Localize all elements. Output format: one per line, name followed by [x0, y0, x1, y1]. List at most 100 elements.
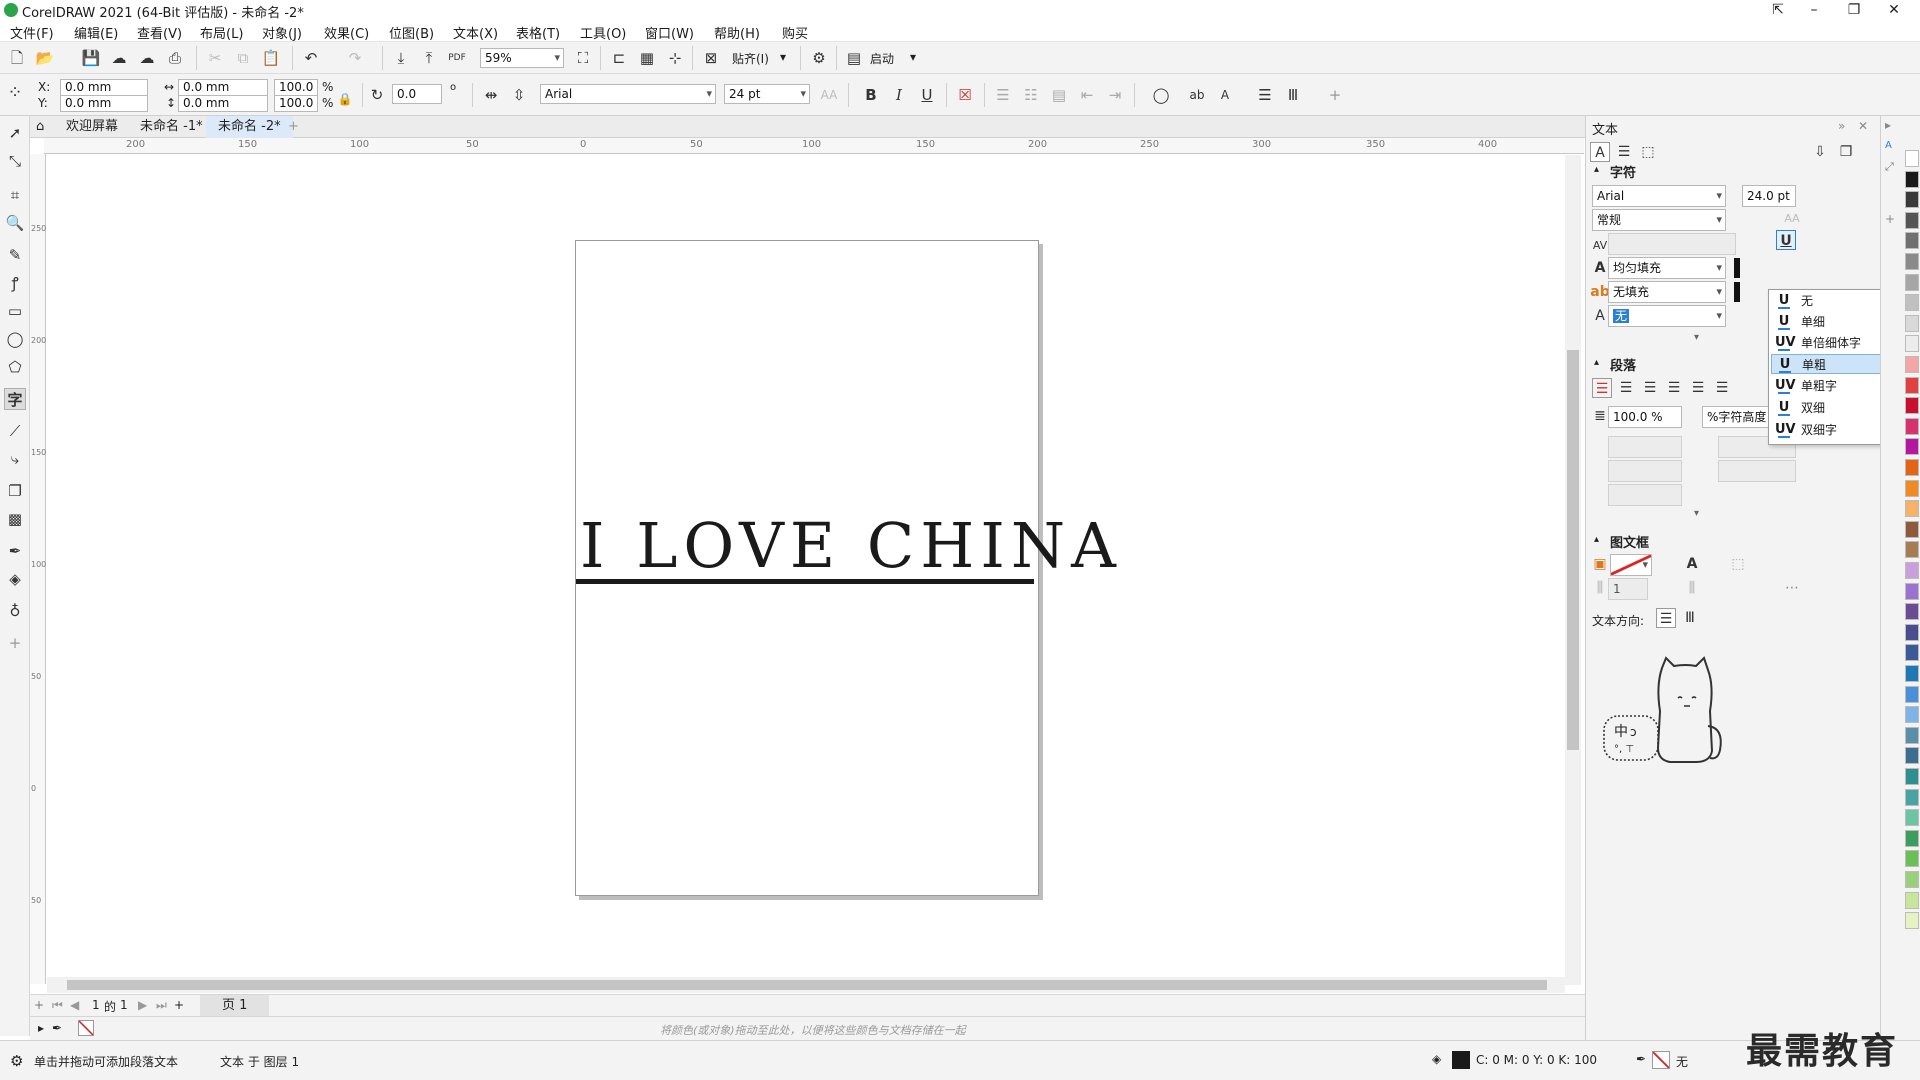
font-size-select[interactable]: 24 pt — [724, 84, 810, 104]
palette-swatch[interactable] — [1905, 438, 1919, 456]
palette-swatch[interactable] — [1905, 582, 1919, 600]
first-line-indent-input[interactable] — [1608, 436, 1682, 458]
docker-add-icon[interactable]: + — [1885, 212, 1895, 226]
menu-buy[interactable]: 购买 — [782, 23, 808, 42]
drop-shadow-icon[interactable]: ❐ — [4, 480, 26, 502]
smart-fill-icon[interactable]: ♁ — [4, 600, 26, 622]
palette-expand-icon[interactable]: ▸ — [38, 1021, 44, 1035]
save-icon[interactable]: 💾 — [80, 47, 102, 69]
char-section-toggle-icon[interactable]: ▴ — [1594, 164, 1599, 175]
palette-swatch[interactable] — [1905, 191, 1919, 209]
bullet-list-icon[interactable]: ☰ — [992, 84, 1014, 106]
menu-window[interactable]: 窗口(W) — [645, 23, 694, 42]
first-page-icon[interactable]: ⏮ — [52, 998, 63, 1013]
color-eyedropper-icon[interactable]: ✒ — [52, 1021, 62, 1035]
outline-width-select[interactable]: 无 — [1608, 305, 1726, 327]
parallel-dimension-icon[interactable]: ⟋ — [4, 420, 26, 442]
text-properties-icon[interactable]: A — [1214, 84, 1236, 106]
tab-welcome[interactable]: 欢迎屏幕 — [54, 116, 130, 138]
kerning-input[interactable] — [1608, 233, 1736, 255]
publish-pdf-icon[interactable]: PDF — [446, 47, 468, 69]
palette-swatch[interactable] — [1905, 459, 1919, 476]
redo-icon[interactable]: ↷ — [344, 47, 366, 69]
numbered-list-icon[interactable]: ☷ — [1020, 84, 1042, 106]
scale-width-input[interactable]: 100.0 — [274, 79, 318, 96]
print-icon[interactable]: ⎙ — [164, 47, 186, 69]
palette-swatch[interactable] — [1905, 726, 1919, 744]
palette-swatch[interactable] — [1905, 417, 1919, 435]
polygon-tool-icon[interactable]: ⬠ — [4, 356, 26, 378]
import-icon[interactable]: ⤓ — [390, 47, 412, 69]
palette-swatch[interactable] — [1905, 891, 1919, 909]
space-after-input[interactable] — [1718, 460, 1796, 482]
text-direction-vertical-icon[interactable]: Ⅲ — [1680, 608, 1700, 628]
copy-icon[interactable]: ⧉ — [232, 47, 254, 69]
vertical-scroll-thumb[interactable] — [1567, 350, 1579, 750]
frame-more-icon[interactable]: ⋯ — [1782, 578, 1802, 598]
docker-tab-collapse-icon[interactable]: ⤢ — [1885, 160, 1894, 174]
freehand-tool-icon[interactable]: ✎ — [4, 244, 26, 266]
last-page-icon[interactable]: ⏭ — [156, 998, 167, 1013]
menu-help[interactable]: 帮助(H) — [714, 23, 760, 42]
docker-font-select[interactable]: Arial — [1592, 185, 1726, 207]
italic-button[interactable]: I — [888, 84, 910, 106]
docker-scale-icon[interactable]: AA — [1782, 209, 1802, 229]
mirror-vertical-icon[interactable]: ⇳ — [508, 84, 530, 106]
palette-swatch[interactable] — [1905, 335, 1919, 353]
open-icon[interactable]: 📂 — [34, 47, 56, 69]
palette-swatch[interactable] — [1905, 376, 1919, 394]
options-gear-icon[interactable]: ⚙ — [808, 47, 830, 69]
status-gear-icon[interactable]: ⚙ — [10, 1052, 23, 1070]
cut-icon[interactable]: ✂ — [204, 47, 226, 69]
align-left-icon[interactable]: ☰ — [1616, 378, 1636, 398]
docker-underline-button[interactable]: U — [1776, 230, 1796, 250]
width-input[interactable]: 0.0 mm — [178, 79, 268, 96]
palette-swatch[interactable] — [1905, 871, 1919, 888]
artistic-media-icon[interactable]: ꝭ — [4, 272, 26, 294]
snap-dropdown-icon[interactable]: ▾ — [780, 50, 786, 64]
docker-font-size-input[interactable]: 24.0 pt — [1742, 185, 1796, 207]
menu-object[interactable]: 对象(J) — [262, 23, 302, 42]
palette-swatch[interactable] — [1905, 747, 1919, 765]
x-position-input[interactable]: 0.0 mm — [60, 79, 148, 96]
left-indent-input[interactable] — [1608, 460, 1682, 482]
docker-settings-icon[interactable]: ❐ — [1836, 142, 1856, 162]
horizontal-scroll-thumb[interactable] — [67, 980, 1547, 990]
edit-text-icon[interactable]: ab — [1186, 84, 1208, 106]
paragraph-icon[interactable]: ☰ — [1614, 142, 1634, 162]
cloud-upload-icon[interactable]: ☁ — [136, 47, 158, 69]
font-list-select[interactable]: Arial — [540, 84, 716, 104]
palette-swatch[interactable] — [1905, 644, 1919, 662]
frame-section-toggle-icon[interactable]: ▴ — [1594, 534, 1599, 545]
fill-color-swatch[interactable] — [1452, 1051, 1470, 1069]
palette-swatch[interactable] — [1905, 294, 1919, 312]
palette-swatch[interactable] — [1905, 603, 1919, 621]
fill-swatch[interactable] — [1734, 258, 1740, 278]
export-icon[interactable]: ⤒ — [418, 47, 440, 69]
vertical-scrollbar[interactable] — [1565, 155, 1581, 985]
frame-color-select[interactable] — [1610, 554, 1652, 576]
palette-swatch[interactable] — [1905, 253, 1919, 270]
palette-swatch[interactable] — [1905, 665, 1919, 682]
underline-button[interactable]: U — [916, 84, 938, 106]
cloud-download-icon[interactable]: ☁ — [108, 47, 130, 69]
palette-swatch[interactable] — [1905, 788, 1919, 806]
menu-layout[interactable]: 布局(L) — [200, 23, 243, 42]
no-color-swatch[interactable] — [78, 1020, 94, 1036]
zoom-level-select[interactable]: 59% — [480, 48, 564, 68]
snap-to-label[interactable]: 贴齐(I) — [732, 50, 769, 67]
drop-cap-icon[interactable]: ▤ — [1048, 84, 1070, 106]
add-page-before-icon[interactable]: + — [34, 998, 44, 1012]
palette-swatch[interactable] — [1905, 850, 1919, 868]
increase-indent-icon[interactable]: ⇥ — [1104, 84, 1126, 106]
interactive-fill-icon[interactable]: ◈ — [4, 568, 26, 590]
background-fill-swatch[interactable] — [1734, 282, 1740, 302]
close-button[interactable]: ✕ — [1876, 0, 1912, 20]
bold-button[interactable]: B — [860, 84, 882, 106]
palette-swatch[interactable] — [1905, 768, 1919, 785]
palette-swatch[interactable] — [1905, 685, 1919, 703]
right-indent-input[interactable] — [1608, 484, 1682, 506]
horizontal-scrollbar[interactable] — [47, 977, 1565, 993]
palette-swatch[interactable] — [1905, 397, 1919, 415]
line-spacing-input[interactable]: 100.0 % — [1608, 406, 1682, 428]
